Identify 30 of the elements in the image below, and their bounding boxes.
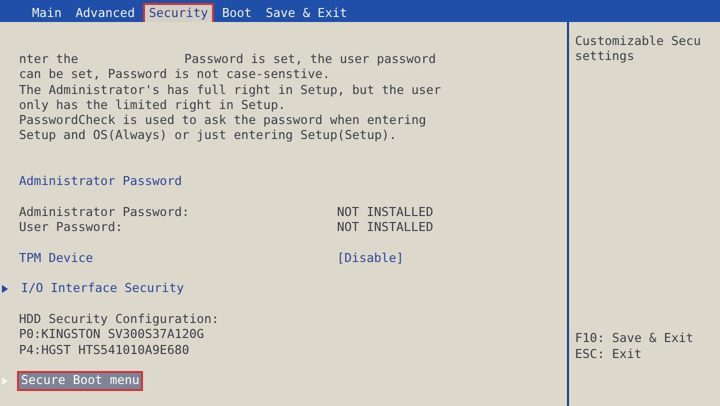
description-text: can be set, Password is not case-senstive. bbox=[19, 67, 330, 82]
triangle-icon bbox=[2, 285, 8, 294]
description-text: only has the limited right in Setup. bbox=[19, 98, 286, 112]
info-label: P4:HGST HTS541010A9E680 bbox=[19, 342, 190, 357]
setting-label[interactable]: TPM Device bbox=[19, 250, 94, 265]
setting-value[interactable]: [Disable] bbox=[337, 250, 404, 266]
menu-tab[interactable]: Boot bbox=[216, 3, 258, 22]
info-value: NOT INSTALLED bbox=[337, 220, 434, 236]
description-text: The Administrator's has full right in Setup, but the user bbox=[19, 82, 441, 97]
menu-tab[interactable]: Advanced bbox=[70, 3, 141, 22]
menu-tab[interactable]: Security bbox=[142, 3, 214, 22]
description-text: Setup and OS(Always) or just entering Setup(Setup). bbox=[19, 128, 397, 142]
key-hint: F10: Save & Exit bbox=[575, 331, 694, 346]
info-label: HDD Security Configuration: bbox=[19, 312, 219, 326]
info-label: Administrator Password: bbox=[19, 204, 190, 219]
info-label: User Password: bbox=[19, 220, 123, 234]
key-hint: ESC: Exit bbox=[575, 346, 642, 361]
info-value: NOT INSTALLED bbox=[337, 204, 434, 220]
description-text: Password is set, the user password bbox=[184, 52, 436, 68]
description-text: PasswordCheck is used to ask the password when entering bbox=[19, 113, 426, 128]
triangle-icon bbox=[2, 377, 8, 386]
submenu-item[interactable]: Secure Boot menu bbox=[17, 371, 144, 391]
info-label: P0:KINGSTON SV300S37A120G bbox=[19, 327, 204, 342]
menu-tab[interactable]: Save & Exit bbox=[260, 3, 354, 22]
help-text: settings bbox=[575, 49, 634, 64]
help-text: Customizable Secu bbox=[575, 34, 701, 48]
description-text: nter the bbox=[19, 52, 78, 68]
submenu-item[interactable]: I/O Interface Security bbox=[17, 279, 188, 299]
section-heading: Administrator Password bbox=[19, 174, 182, 190]
menu-tab[interactable]: Main bbox=[26, 3, 68, 22]
